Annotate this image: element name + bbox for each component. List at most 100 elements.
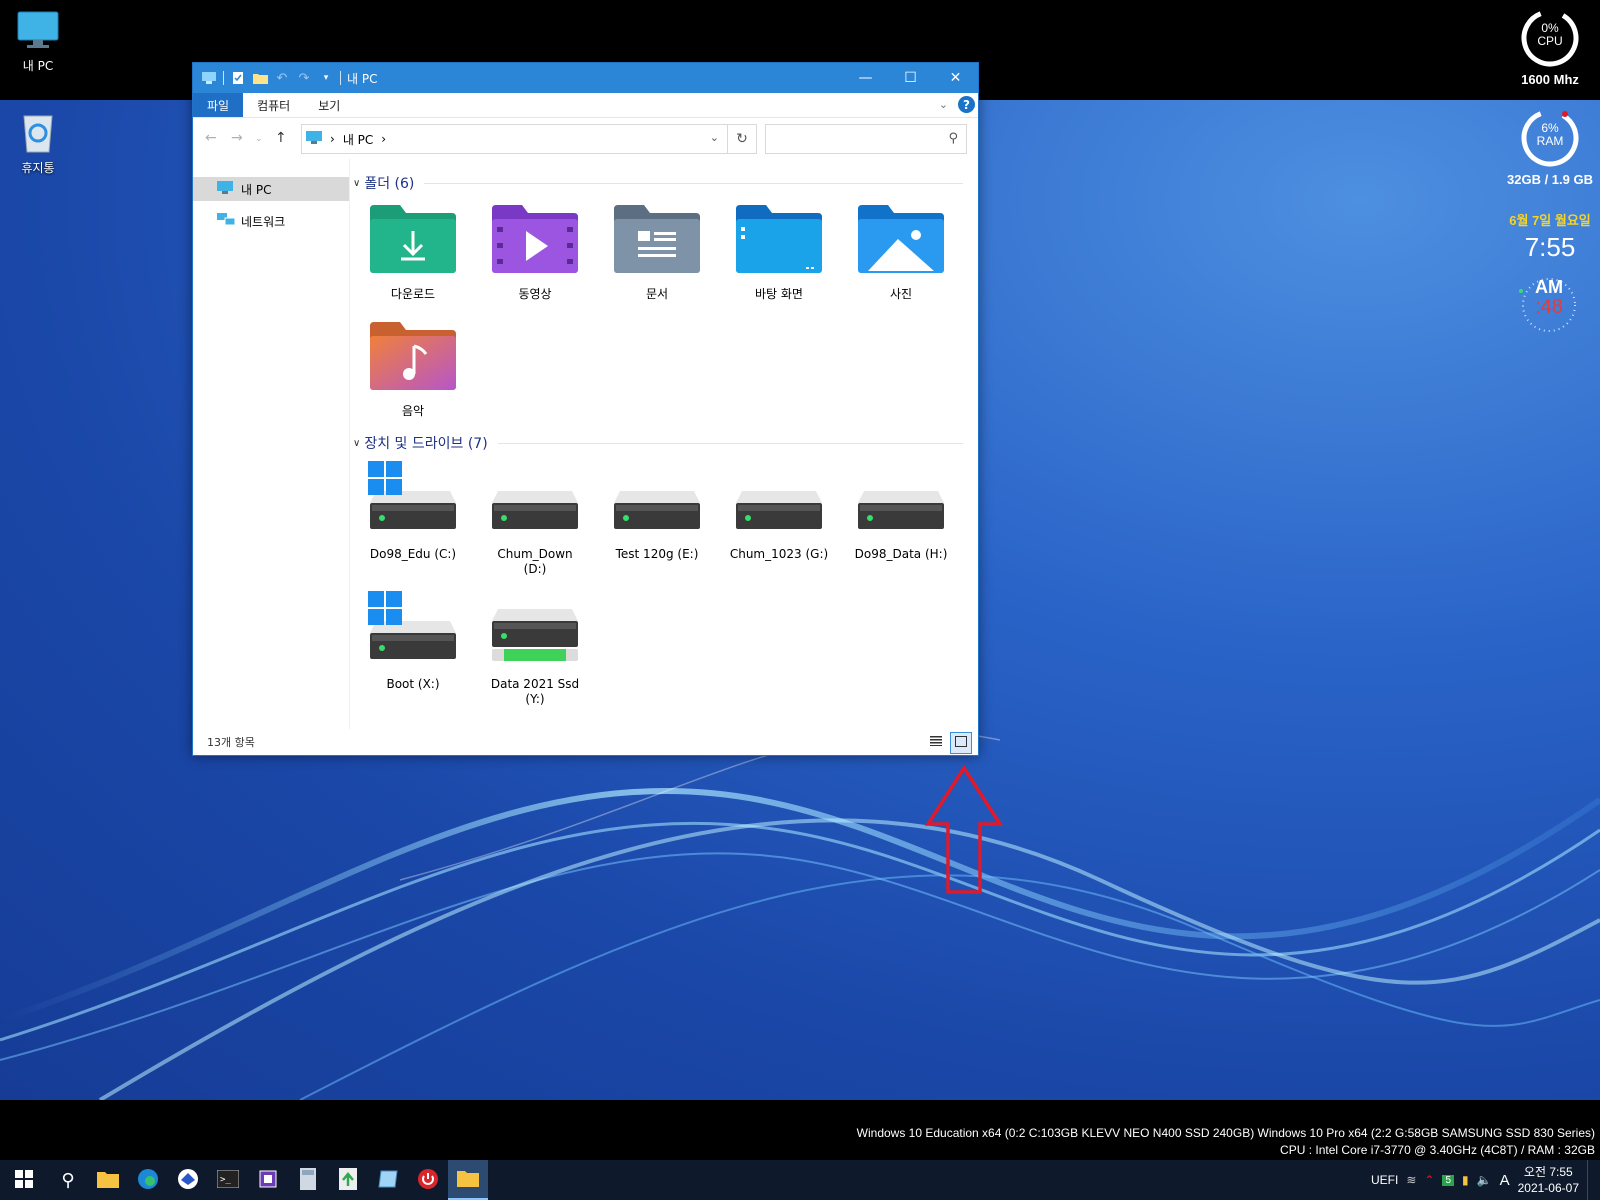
title-bar[interactable]: ↶ ↷ ▾ 내 PC — ☐ ✕ bbox=[193, 63, 978, 93]
sidebar-item-network[interactable]: 네트워크 bbox=[193, 209, 349, 233]
videos-folder-icon bbox=[475, 199, 595, 273]
ime-indicator[interactable]: A bbox=[1500, 1172, 1510, 1189]
tray-badge[interactable]: 5 bbox=[1442, 1174, 1455, 1186]
wifi-icon[interactable]: ≋ bbox=[1406, 1173, 1416, 1187]
ribbon-tabs: 파일 컴퓨터 보기 ⌄ ? bbox=[193, 93, 978, 118]
back-button[interactable]: ← bbox=[205, 130, 217, 146]
system-info-line-1: Windows 10 Education x64 (0:2 C:103GB KL… bbox=[856, 1126, 1595, 1140]
tab-file[interactable]: 파일 bbox=[193, 93, 244, 117]
drives-group-header[interactable]: ∨ 장치 및 드라이브 (7) bbox=[353, 433, 963, 453]
music-folder-icon bbox=[353, 316, 473, 390]
taskbar-app-bird[interactable] bbox=[168, 1160, 208, 1200]
window-title: 내 PC bbox=[347, 71, 378, 86]
folder-label: 동영상 bbox=[518, 287, 552, 301]
uefi-label: UEFI bbox=[1371, 1173, 1399, 1187]
volume-icon[interactable]: 🔈 bbox=[1477, 1173, 1492, 1187]
taskbar-edge[interactable] bbox=[128, 1160, 168, 1200]
drive-h[interactable]: Do98_Data (H:) bbox=[841, 459, 961, 562]
drive-d[interactable]: Chum_Down (D:) bbox=[475, 459, 595, 577]
folder-documents[interactable]: 문서 bbox=[597, 199, 717, 302]
show-hidden-icons-icon[interactable]: ⌃ bbox=[1424, 1173, 1434, 1187]
bird-app-icon bbox=[177, 1168, 199, 1193]
refresh-button[interactable]: ↻ bbox=[727, 124, 757, 154]
taskbar-cpu-app[interactable] bbox=[248, 1160, 288, 1200]
customize-toolbar-icon[interactable]: ▾ bbox=[318, 70, 334, 86]
breadcrumb-separator[interactable]: › bbox=[330, 132, 335, 146]
taskbar-clock[interactable]: 오전 7:55 2021-06-07 bbox=[1518, 1164, 1579, 1196]
properties-icon[interactable] bbox=[230, 70, 246, 86]
drive-g[interactable]: Chum_1023 (G:) bbox=[719, 459, 839, 562]
new-folder-icon[interactable] bbox=[252, 70, 268, 86]
drive-e[interactable]: Test 120g (E:) bbox=[597, 459, 717, 562]
sidebar-item-my-pc[interactable]: 내 PC bbox=[193, 177, 349, 201]
cpu-label: CPU bbox=[1537, 34, 1563, 48]
details-view-button[interactable] bbox=[926, 732, 946, 752]
ram-usage: 32GB / 1.9 GB bbox=[1507, 172, 1593, 187]
navigation-bar: ← → ⌄ ↑ › 내 PC › ⌄ ↻ ⚲ bbox=[193, 118, 978, 158]
folder-downloads[interactable]: 다운로드 bbox=[353, 199, 473, 302]
network-icon bbox=[217, 212, 236, 230]
close-button[interactable]: ✕ bbox=[933, 63, 978, 93]
large-icons-view-button[interactable] bbox=[950, 732, 972, 754]
drive-label: Boot (X:) bbox=[386, 677, 440, 691]
folder-music[interactable]: 음악 bbox=[353, 316, 473, 419]
folder-pictures[interactable]: 사진 bbox=[841, 199, 961, 302]
cpu-percent: 0% bbox=[1541, 21, 1559, 35]
taskbar-search[interactable]: ⚲ bbox=[48, 1160, 88, 1200]
breadcrumb[interactable]: 내 PC bbox=[343, 131, 373, 148]
expand-ribbon-icon[interactable]: ⌄ bbox=[939, 98, 948, 111]
desktop-icon-recycle-bin[interactable]: 휴지통 bbox=[0, 110, 76, 176]
taskbar-file-explorer-active[interactable] bbox=[448, 1160, 488, 1200]
navigation-pane: 내 PC 네트워크 bbox=[193, 159, 350, 729]
recent-locations-icon[interactable]: ⌄ bbox=[255, 134, 263, 144]
drive-x[interactable]: Boot (X:) bbox=[353, 589, 473, 692]
recycle-bin-icon bbox=[18, 115, 58, 157]
taskbar-installer[interactable] bbox=[328, 1160, 368, 1200]
installer-icon bbox=[339, 1167, 357, 1193]
clock-date: 2021-06-07 bbox=[1517, 1181, 1579, 1195]
taskbar-terminal[interactable]: >_ bbox=[208, 1160, 248, 1200]
maximize-button[interactable]: ☐ bbox=[888, 63, 933, 93]
redo-icon[interactable]: ↷ bbox=[296, 70, 312, 86]
forward-button[interactable]: → bbox=[231, 130, 243, 146]
folder-icon bbox=[457, 1169, 479, 1190]
group-title: 장치 및 드라이브 (7) bbox=[364, 436, 488, 452]
taskbar-power[interactable] bbox=[408, 1160, 448, 1200]
folder-videos[interactable]: 동영상 bbox=[475, 199, 595, 302]
taskbar-notepad[interactable] bbox=[368, 1160, 408, 1200]
address-bar[interactable]: › 내 PC › ⌄ bbox=[301, 124, 728, 154]
folders-group-header[interactable]: ∨ 폴더 (6) bbox=[353, 173, 963, 193]
taskbar-file-explorer-pinned[interactable] bbox=[88, 1160, 128, 1200]
status-bar: 13개 항목 bbox=[193, 729, 978, 755]
minimize-button[interactable]: — bbox=[843, 63, 888, 93]
breadcrumb-separator[interactable]: › bbox=[381, 132, 386, 146]
drive-y[interactable]: Data 2021 Ssd (Y:) bbox=[475, 589, 595, 707]
ram-label: RAM bbox=[1536, 134, 1564, 148]
tab-computer[interactable]: 컴퓨터 bbox=[243, 93, 304, 117]
folder-label: 음악 bbox=[401, 404, 425, 418]
desktop-icon-my-pc[interactable]: 내 PC bbox=[0, 8, 76, 74]
notepad-icon bbox=[377, 1169, 399, 1192]
folder-desktop[interactable]: 바탕 화면 bbox=[719, 199, 839, 302]
file-view: ∨ 폴더 (6) 다운로드 동영상 문서 바탕 화면 사진 음악 ∨ 장치 및 … bbox=[353, 159, 975, 729]
help-icon[interactable]: ? bbox=[958, 96, 975, 113]
show-desktop-button[interactable] bbox=[1587, 1160, 1592, 1200]
drive-label: Test 120g (E:) bbox=[615, 547, 699, 561]
windows-drive-icon bbox=[353, 459, 473, 533]
start-button[interactable] bbox=[0, 1160, 48, 1200]
hard-drive-icon bbox=[597, 459, 717, 533]
tab-view[interactable]: 보기 bbox=[304, 93, 354, 117]
address-dropdown-icon[interactable]: ⌄ bbox=[710, 131, 719, 144]
drive-c[interactable]: Do98_Edu (C:) bbox=[353, 459, 473, 562]
up-button[interactable]: ↑ bbox=[275, 130, 287, 146]
search-input[interactable]: ⚲ bbox=[765, 124, 967, 154]
large-icons-view-icon bbox=[955, 736, 967, 750]
usb-icon[interactable]: ▮ bbox=[1462, 1173, 1469, 1187]
undo-icon[interactable]: ↶ bbox=[274, 70, 290, 86]
explorer-window[interactable]: ↶ ↷ ▾ 내 PC — ☐ ✕ 파일 컴퓨터 보기 ⌄ ? ← → ⌄ ↑ ›… bbox=[192, 62, 979, 756]
cpu-frequency: 1600 Mhz bbox=[1521, 72, 1579, 87]
pictures-folder-icon bbox=[841, 199, 961, 273]
downloads-folder-icon bbox=[353, 199, 473, 273]
taskbar-calculator[interactable] bbox=[288, 1160, 328, 1200]
chip-icon bbox=[257, 1168, 279, 1193]
